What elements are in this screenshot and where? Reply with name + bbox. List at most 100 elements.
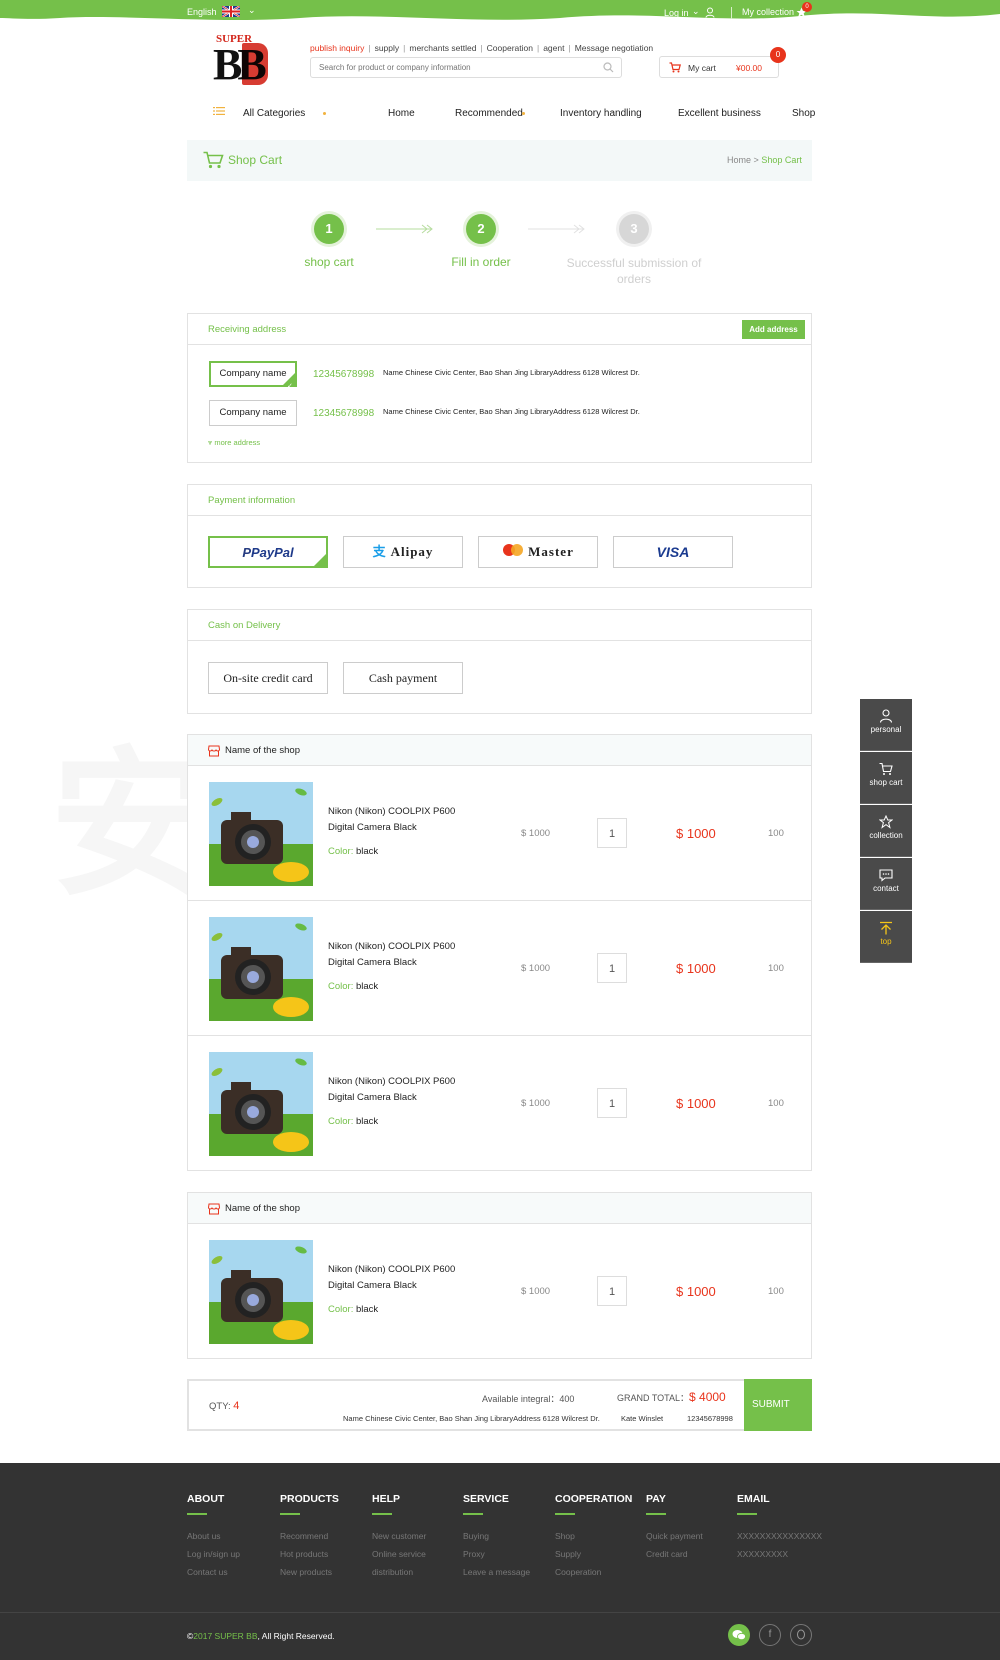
add-address-button[interactable]: Add address: [742, 320, 805, 339]
product-image[interactable]: [209, 917, 313, 1021]
nav-recommended[interactable]: Recommended: [455, 108, 523, 119]
quantity-input[interactable]: 1: [597, 953, 627, 983]
footer-link[interactable]: Cooperation: [555, 1567, 632, 1577]
footer-link[interactable]: Log in/sign up: [187, 1549, 240, 1559]
logo[interactable]: SUPER BB: [212, 33, 280, 89]
footer-link[interactable]: XXXXXXXXX: [737, 1549, 822, 1559]
search-box: [310, 57, 622, 78]
search-icon[interactable]: [603, 62, 614, 76]
sidebar-collection[interactable]: collection: [860, 805, 912, 857]
chevron-down-icon[interactable]: ⌄: [248, 5, 256, 16]
quantity-input[interactable]: 1: [597, 1088, 627, 1118]
product-image[interactable]: [209, 1052, 313, 1156]
shop-name[interactable]: Name of the shop: [225, 745, 300, 756]
more-address-link[interactable]: ⩔ more address: [208, 438, 260, 448]
unit-price: $ 1000: [521, 828, 551, 839]
sidebar-label: contact: [873, 884, 899, 893]
cart-icon: [203, 151, 224, 172]
footer-col-cooperation: COOPERATION Shop Supply Cooperation: [555, 1493, 632, 1585]
qty-summary: QTY: 4: [209, 1400, 240, 1412]
wechat-icon[interactable]: [728, 1624, 750, 1646]
footer-link[interactable]: Shop: [555, 1531, 632, 1541]
footer-link[interactable]: About us: [187, 1531, 240, 1541]
address-option-1[interactable]: Company name: [209, 361, 297, 398]
nav-excellent-business[interactable]: Excellent business: [678, 108, 761, 119]
product-title[interactable]: Nikon (Nikon) COOLPIX P600 Digital Camer…: [328, 939, 468, 971]
summary-address: Name Chinese Civic Center, Bao Shan Jing…: [343, 1414, 600, 1423]
submit-button[interactable]: SUBMIT: [744, 1379, 812, 1431]
footer-link[interactable]: XXXXXXXXXXXXXXX: [737, 1531, 822, 1541]
item-total: $ 1000: [676, 1096, 716, 1111]
item-stock: 100: [768, 963, 784, 974]
payment-alipay[interactable]: 支 Alipay: [343, 536, 463, 568]
footer-col-service: SERVICE Buying Proxy Leave a message: [463, 1493, 530, 1585]
quantity-input[interactable]: 1: [597, 1276, 627, 1306]
step-3-label: Successful submission of orders: [566, 256, 702, 286]
footer-link[interactable]: Proxy: [463, 1549, 530, 1559]
footer-link[interactable]: Hot products: [280, 1549, 339, 1559]
footer-link[interactable]: Leave a message: [463, 1567, 530, 1577]
product-image[interactable]: [209, 782, 313, 886]
address-phone: 12345678998: [313, 408, 375, 419]
product-color: Color: black: [328, 846, 379, 857]
nav-all-categories[interactable]: All Categories: [243, 108, 305, 119]
product-image[interactable]: [209, 1240, 313, 1344]
payment-visa[interactable]: VISA: [613, 536, 733, 568]
address-company-name: Company name: [219, 368, 287, 379]
menu-icon[interactable]: [213, 106, 225, 119]
footer-link[interactable]: Credit card: [646, 1549, 703, 1559]
product-title[interactable]: Nikon (Nikon) COOLPIX P600 Digital Camer…: [328, 804, 468, 836]
address-phone: 12345678998: [313, 369, 375, 380]
sidebar-shop-cart[interactable]: shop cart: [860, 752, 912, 804]
quicklink-cooperation[interactable]: Cooperation: [487, 43, 533, 53]
quicklink-agent[interactable]: agent: [543, 43, 564, 53]
footer-link[interactable]: Quick payment: [646, 1531, 703, 1541]
address-option-2[interactable]: Company name: [209, 400, 297, 426]
language-selector[interactable]: English: [187, 7, 217, 17]
product-title[interactable]: Nikon (Nikon) COOLPIX P600 Digital Camer…: [328, 1074, 468, 1106]
address-panel-title: Receiving address: [208, 324, 287, 335]
top-bar: English ⌄ Log in ⌄ My collection 0: [0, 0, 1000, 26]
quantity-input[interactable]: 1: [597, 818, 627, 848]
shop-name[interactable]: Name of the shop: [225, 1203, 300, 1214]
footer-link[interactable]: Recommend: [280, 1531, 339, 1541]
footer-link[interactable]: Online service: [372, 1549, 426, 1559]
my-collection-link[interactable]: My collection: [742, 7, 794, 17]
sidebar-personal[interactable]: personal: [860, 699, 912, 751]
payment-master[interactable]: Master: [478, 536, 598, 568]
quicklink-merchants-settled[interactable]: merchants settled: [409, 43, 476, 53]
cod-cash-payment[interactable]: Cash payment: [343, 662, 463, 694]
product-title[interactable]: Nikon (Nikon) COOLPIX P600 Digital Camer…: [328, 1262, 468, 1294]
nav-inventory-handling[interactable]: Inventory handling: [560, 108, 642, 119]
footer-col-products: PRODUCTS Recommend Hot products New prod…: [280, 1493, 339, 1585]
footer-link[interactable]: Supply: [555, 1549, 632, 1559]
footer-divider: [0, 1612, 1000, 1613]
cart-count-badge: 0: [770, 47, 786, 63]
payment-paypal[interactable]: PPayPal: [208, 536, 328, 587]
quicklink-supply[interactable]: supply: [375, 43, 400, 53]
address-detail: Name Chinese Civic Center, Bao Shan Jing…: [383, 407, 640, 416]
summary-phone: 12345678998: [687, 1414, 733, 1423]
footer-link[interactable]: Contact us: [187, 1567, 240, 1577]
sidebar-contact[interactable]: contact: [860, 858, 912, 910]
quicklink-publish-inquiry[interactable]: publish inquiry: [310, 43, 364, 53]
breadcrumb-home[interactable]: Home: [727, 155, 751, 165]
sidebar-label: collection: [869, 831, 903, 840]
footer-link[interactable]: Buying: [463, 1531, 530, 1541]
sidebar-top[interactable]: top: [860, 911, 912, 963]
item-stock: 100: [768, 1098, 784, 1109]
chevron-down-icon[interactable]: ⌄: [692, 6, 700, 17]
facebook-icon[interactable]: f: [759, 1624, 781, 1646]
nav-shop[interactable]: Shop: [792, 108, 815, 119]
summary-receiver: Kate Winslet: [621, 1414, 664, 1423]
login-link[interactable]: Log in: [664, 8, 689, 18]
qq-icon[interactable]: [790, 1624, 812, 1646]
footer-link[interactable]: distribution: [372, 1567, 426, 1577]
header-cart[interactable]: My cart ¥00.00: [659, 56, 779, 78]
footer-link[interactable]: New products: [280, 1567, 339, 1577]
nav-home[interactable]: Home: [388, 108, 415, 119]
footer-link[interactable]: New customer: [372, 1531, 426, 1541]
cod-onsite-credit-card[interactable]: On-site credit card: [208, 662, 328, 694]
search-input[interactable]: [311, 58, 591, 77]
quicklink-message-negotiation[interactable]: Message negotiation: [575, 43, 653, 53]
